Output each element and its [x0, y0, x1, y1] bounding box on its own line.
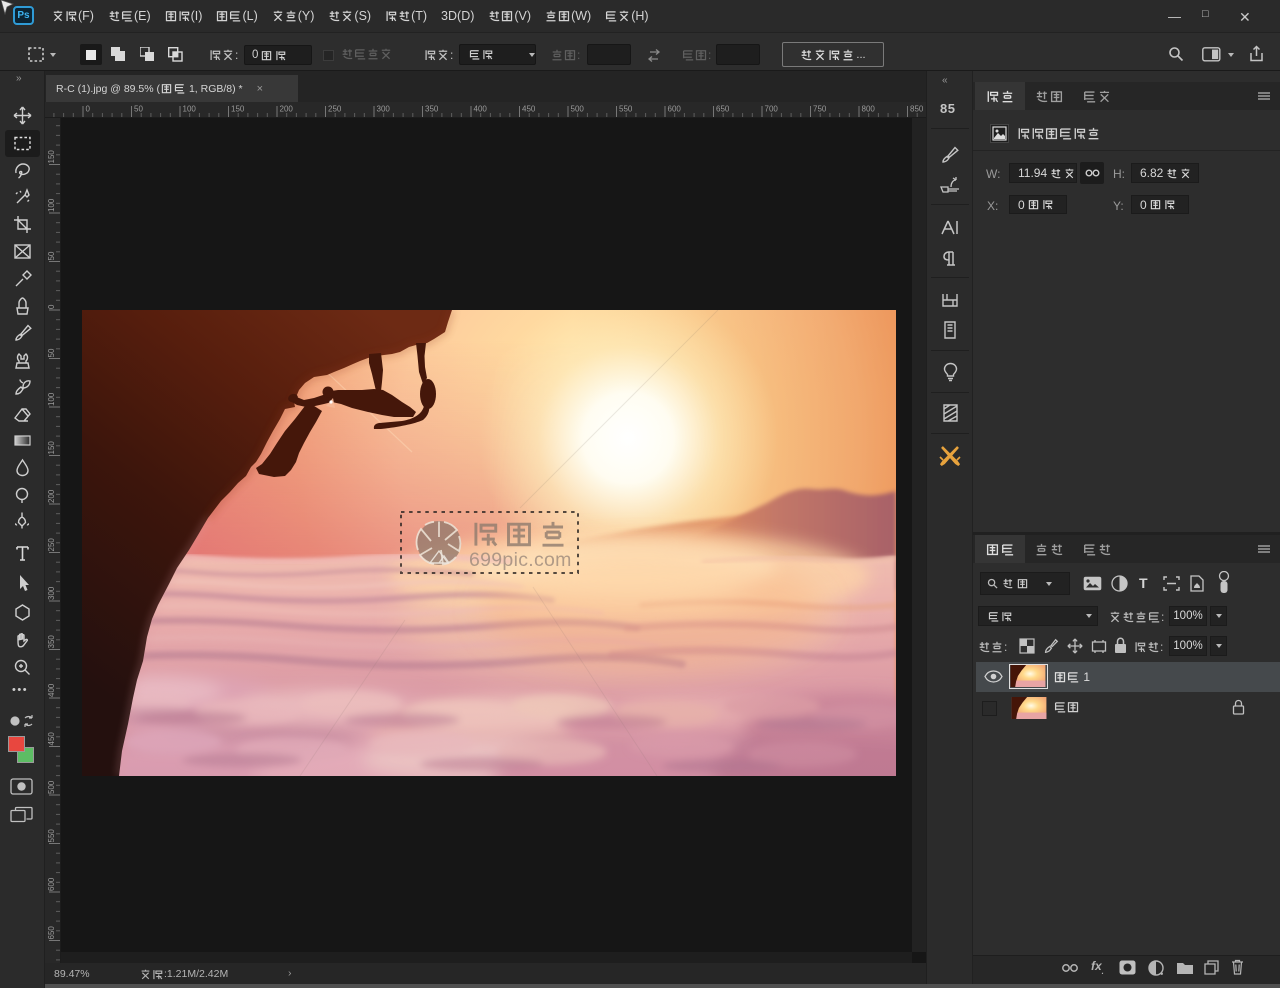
- svg-text:500: 500: [571, 105, 585, 114]
- svg-text:550: 550: [619, 105, 633, 114]
- svg-text:400: 400: [47, 683, 56, 697]
- svg-text:300: 300: [377, 105, 391, 114]
- svg-text:100: 100: [47, 198, 56, 212]
- svg-text:100: 100: [183, 105, 197, 114]
- svg-text:50: 50: [47, 348, 56, 357]
- svg-text:650: 650: [47, 926, 56, 940]
- svg-text:300: 300: [47, 586, 56, 600]
- svg-text:500: 500: [47, 780, 56, 794]
- svg-text:850: 850: [910, 105, 924, 114]
- svg-text:150: 150: [231, 105, 245, 114]
- svg-text:800: 800: [862, 105, 876, 114]
- svg-text:50: 50: [134, 105, 143, 114]
- svg-text:150: 150: [47, 441, 56, 455]
- svg-text:750: 750: [813, 105, 827, 114]
- svg-text:450: 450: [47, 732, 56, 746]
- svg-text:550: 550: [47, 829, 56, 843]
- svg-text:150: 150: [47, 150, 56, 164]
- svg-text:250: 250: [47, 538, 56, 552]
- svg-text:0: 0: [86, 105, 91, 114]
- svg-text:400: 400: [474, 105, 488, 114]
- svg-text:50: 50: [47, 251, 56, 260]
- svg-text:350: 350: [47, 635, 56, 649]
- svg-text:250: 250: [328, 105, 342, 114]
- svg-text:699pic.com: 699pic.com: [469, 549, 572, 571]
- svg-text:100: 100: [47, 392, 56, 406]
- svg-text:700: 700: [765, 105, 779, 114]
- svg-text:0: 0: [47, 304, 56, 309]
- svg-text:600: 600: [668, 105, 682, 114]
- svg-text:350: 350: [425, 105, 439, 114]
- svg-text:200: 200: [47, 489, 56, 503]
- svg-text:200: 200: [280, 105, 294, 114]
- svg-text:650: 650: [716, 105, 730, 114]
- svg-text:450: 450: [522, 105, 536, 114]
- svg-text:600: 600: [47, 877, 56, 891]
